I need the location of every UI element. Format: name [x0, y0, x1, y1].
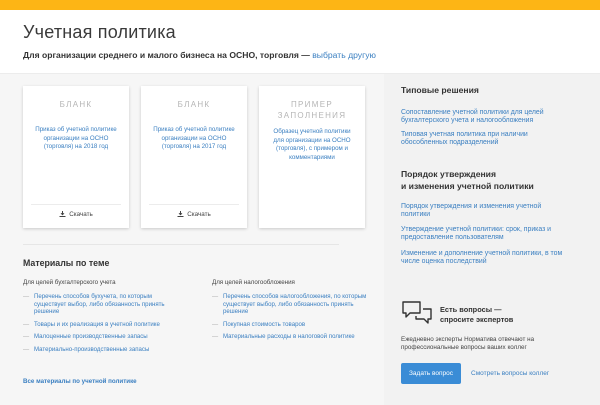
download-label: Скачать [69, 211, 93, 218]
list-item-link[interactable]: Покупная стоимость товаров [223, 321, 305, 328]
order-heading-line-2: и изменения учетной политики [401, 180, 534, 191]
ask-question-button[interactable]: Задать вопрос [401, 363, 461, 384]
typical-link-subdivisions[interactable]: Типовая учетная политика при наличии обо… [401, 131, 571, 148]
page-title: Учетная политика [23, 22, 176, 42]
dash-icon: — [212, 333, 219, 341]
blank-card-2018[interactable]: БЛАНК Приказ об учетной политике организ… [23, 86, 129, 228]
accounting-heading: Для целей бухгалтерского учета [23, 279, 116, 286]
typical-solutions-heading: Типовые решения [401, 85, 479, 95]
questions-title: Есть вопросы — спросите экспертов [440, 305, 513, 324]
card-kind-label: ПРИМЕР ЗАПОЛНЕНИЯ [277, 100, 347, 120]
questions-title-line-1: Есть вопросы — [440, 305, 502, 314]
list-item-link[interactable]: Малоценные производственные запасы [34, 333, 148, 340]
section-divider [23, 244, 339, 245]
typical-link-comparison[interactable]: Сопоставление учетной политики для целей… [401, 109, 571, 126]
list-item[interactable]: — Перечень способов бухучета, по которым … [23, 293, 183, 316]
dash-icon: — [23, 293, 30, 300]
card-kind-label: БЛАНК [177, 100, 211, 109]
order-link-changes[interactable]: Изменение и дополнение учетной политики,… [401, 250, 571, 267]
order-link-deadline[interactable]: Утверждение учетной политики: срок, прик… [401, 226, 571, 243]
list-item[interactable]: — Малоценные производственные запасы [23, 333, 183, 341]
download-icon [177, 211, 184, 217]
order-link-approval[interactable]: Порядок утверждения и изменения учетной … [401, 203, 571, 220]
subtitle-text: Для организации среднего и малого бизнес… [23, 50, 310, 60]
list-item-link[interactable]: Материальные расходы в налоговой политик… [223, 333, 355, 340]
order-heading: Порядок утверждения и изменения учетной … [401, 169, 534, 192]
questions-description: Ежедневно эксперты Норматива отвечают на… [401, 336, 535, 352]
dash-icon: — [212, 320, 219, 328]
list-item-link[interactable]: Товары и их реализация в учетной политик… [34, 321, 160, 328]
card-title-link[interactable]: Образец учетной политики для организации… [269, 128, 355, 162]
card-title-link[interactable]: Приказ об учетной политике организации н… [151, 126, 237, 152]
card-kind-label: БЛАНК [59, 100, 93, 109]
example-card[interactable]: ПРИМЕР ЗАПОЛНЕНИЯ Образец учетной полити… [259, 86, 365, 228]
tax-list: — Перечень способов налогообложения, по к… [212, 293, 372, 346]
accounting-list: — Перечень способов бухучета, по которым … [23, 293, 183, 359]
download-label: Скачать [187, 211, 211, 218]
dash-icon: — [23, 345, 30, 353]
list-item-link[interactable]: Материально-производственные запасы [34, 346, 149, 353]
materials-title: Материалы по теме [23, 258, 110, 268]
list-item[interactable]: — Перечень способов налогообложения, по к… [212, 293, 372, 316]
dash-icon: — [212, 293, 219, 300]
page-subtitle: Для организации среднего и малого бизнес… [23, 50, 376, 60]
choose-other-link[interactable]: выбрать другую [312, 50, 376, 60]
see-questions-link[interactable]: Смотреть вопросы коллег [471, 370, 549, 377]
dash-icon: — [23, 320, 30, 328]
list-item-link[interactable]: Перечень способов бухучета, по которым с… [34, 293, 165, 315]
download-button[interactable]: Скачать [31, 204, 121, 218]
order-heading-line-1: Порядок утверждения [401, 169, 496, 179]
blank-card-2017[interactable]: БЛАНК Приказ об учетной политике организ… [141, 86, 247, 228]
list-item[interactable]: — Товары и их реализация в учетной полити… [23, 321, 183, 329]
download-icon [59, 211, 66, 217]
chat-bubbles-icon [402, 301, 432, 324]
questions-title-line-2: спросите экспертов [440, 314, 514, 324]
list-item[interactable]: — Покупная стоимость товаров [212, 321, 372, 329]
tax-heading: Для целей налогообложения [212, 279, 295, 286]
top-accent-bar [0, 0, 600, 10]
card-title-link[interactable]: Приказ об учетной политике организации н… [33, 126, 119, 152]
list-item-link[interactable]: Перечень способов налогообложения, по ко… [223, 293, 366, 315]
download-button[interactable]: Скачать [149, 204, 239, 218]
list-item[interactable]: — Материальные расходы в налоговой полити… [212, 333, 372, 341]
all-materials-link[interactable]: Все материалы по учетной политике [23, 378, 137, 385]
dash-icon: — [23, 333, 30, 341]
list-item[interactable]: — Материально-производственные запасы [23, 346, 183, 354]
